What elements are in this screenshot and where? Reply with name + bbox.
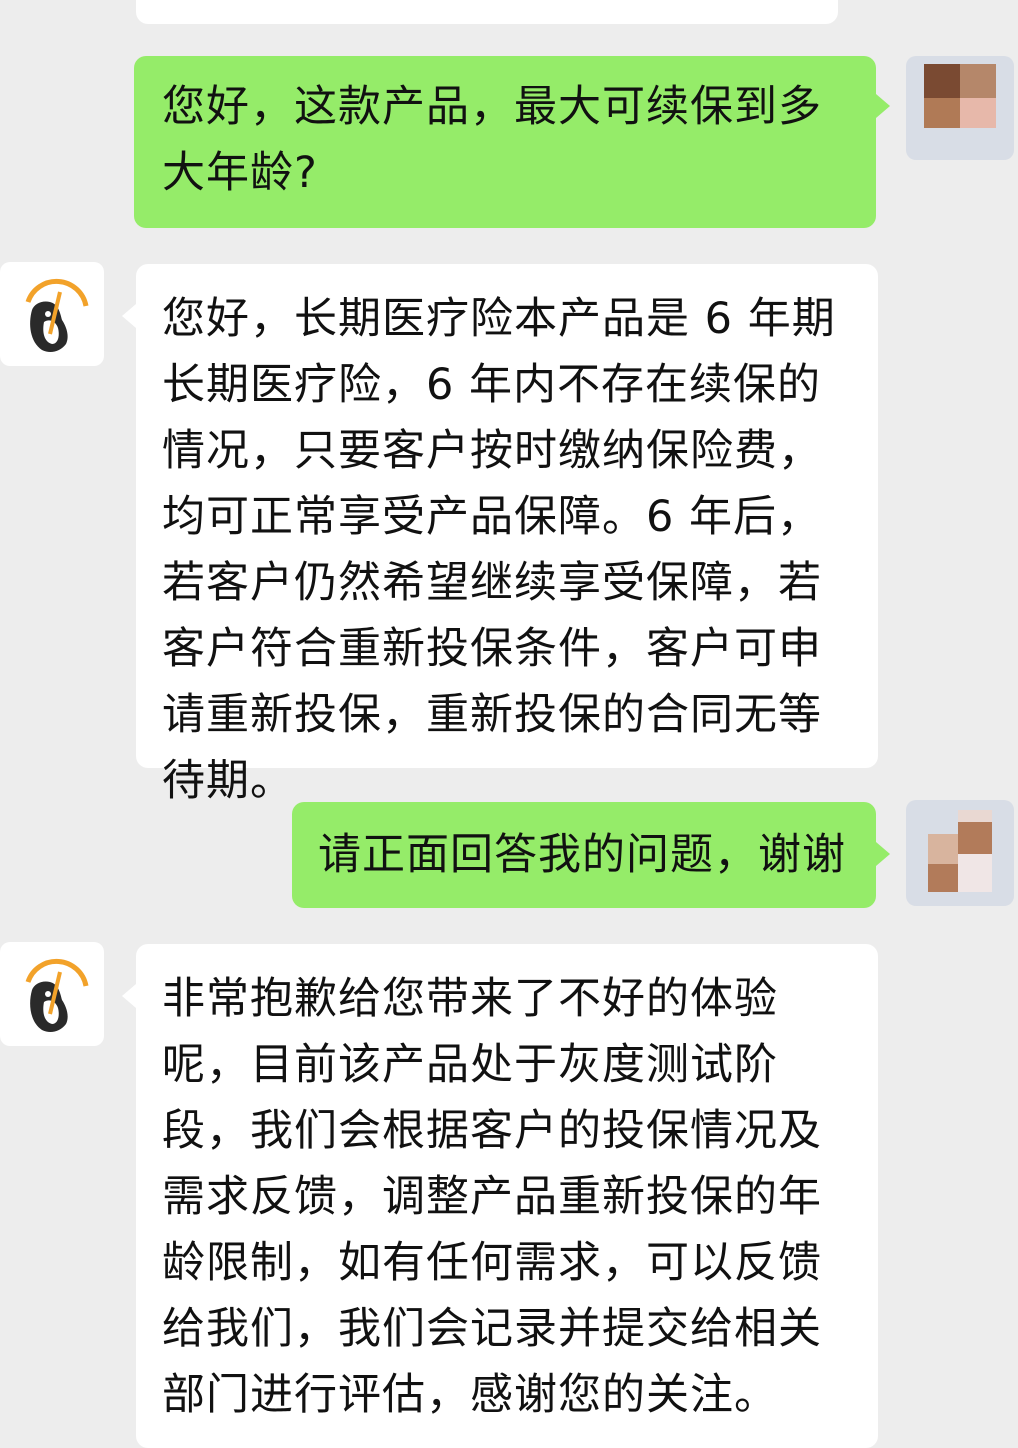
bubble-tail [122,304,136,328]
penguin-mascot-icon [25,278,89,352]
message-text: 非常抱歉给您带来了不好的体验呢，目前该产品处于灰度测试阶段，我们会根据客户的投保… [162,974,822,1420]
avatar-mosaic-tile [960,98,996,128]
avatar-mosaic-tile [928,864,958,892]
avatar-mosaic-tile [928,834,958,864]
message-bubble-user-1[interactable]: 您好，这款产品，最大可续保到多大年龄? [134,56,876,228]
avatar-mosaic-tile [924,128,996,152]
message-text: 请正面回答我的问题，谢谢 [318,830,846,880]
avatar-mosaic-tile [960,64,996,98]
message-text: 您好，这款产品，最大可续保到多大年龄? [162,82,822,198]
user-avatar-icon[interactable] [906,800,1014,906]
user-avatar-icon[interactable] [906,56,1014,160]
bubble-tail [122,984,136,1008]
message-text: 您好，长期医疗险本产品是 6 年期长期医疗险，6 年内不存在续保的情况，只要客户… [162,294,836,806]
avatar-mosaic-tile [958,822,992,854]
previous-message-bubble [136,0,838,24]
chat-area: 您好，这款产品，最大可续保到多大年龄? 您好，长期医疗险本产品是 6 年期长期医… [0,0,1018,1448]
bubble-tail [876,94,890,118]
message-bubble-agent-2[interactable]: 非常抱歉给您带来了不好的体验呢，目前该产品处于灰度测试阶段，我们会根据客户的投保… [136,944,878,1448]
message-bubble-user-2[interactable]: 请正面回答我的问题，谢谢 [292,802,876,908]
message-bubble-agent-1[interactable]: 您好，长期医疗险本产品是 6 年期长期医疗险，6 年内不存在续保的情况，只要客户… [136,264,878,806]
bubble-tail [876,842,890,866]
avatar-mosaic-tile [924,64,960,98]
agent-avatar[interactable] [0,262,104,366]
penguin-mascot-icon [25,958,89,1032]
agent-avatar[interactable] [0,942,104,1046]
avatar-mosaic-tile [924,98,960,128]
avatar-mosaic-tile [958,854,992,892]
